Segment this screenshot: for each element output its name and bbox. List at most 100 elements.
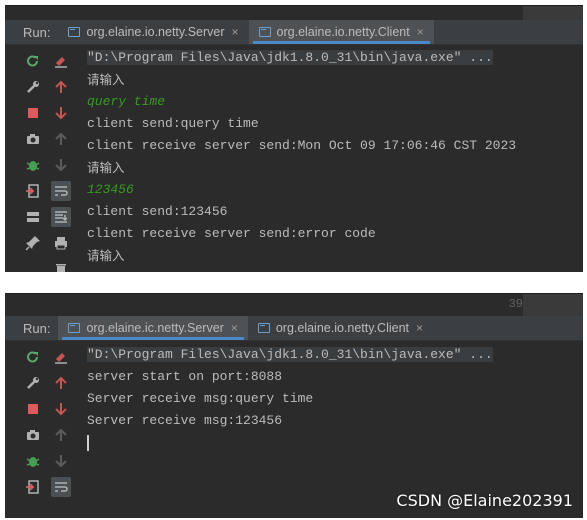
console-line: Server receive msg:123456 <box>87 413 283 428</box>
bug-icon <box>26 161 40 171</box>
layout-button[interactable] <box>23 207 43 227</box>
stop-button[interactable] <box>23 103 43 123</box>
print-button[interactable] <box>51 233 71 253</box>
console-icon <box>68 323 81 333</box>
printer-icon <box>55 237 67 250</box>
console-icon <box>257 323 270 333</box>
console-prompt: 请输入 <box>87 248 125 263</box>
soft-wrap-icon <box>55 482 68 492</box>
tab-label: org.elaine.io.netty.Server <box>86 25 225 39</box>
user-input-line: 123456 <box>87 182 134 197</box>
line-number: 39 <box>508 297 523 311</box>
run-tab-bar: Run: org.elaine.ic.netty.Server × org.el… <box>5 316 583 341</box>
soft-wrap-button[interactable] <box>51 181 71 201</box>
modify-run-config-button[interactable] <box>23 373 43 393</box>
pin-tab-button[interactable] <box>23 233 43 253</box>
stop-icon <box>28 404 38 414</box>
console-icon <box>68 27 81 37</box>
editor-strip <box>5 6 583 20</box>
trash-icon <box>56 264 66 272</box>
text-caret-line <box>81 432 583 454</box>
close-icon[interactable]: × <box>417 25 424 39</box>
close-icon[interactable]: × <box>232 25 239 39</box>
run-toolbar <box>5 45 81 272</box>
console-line: client send:query time <box>87 116 259 131</box>
tab-client[interactable]: org.elaine.io.netty.Client × <box>248 20 434 44</box>
soft-wrap-button[interactable] <box>51 477 71 497</box>
arrow-down-disabled-icon <box>55 455 67 468</box>
dump-threads-button[interactable] <box>23 129 43 149</box>
tab-label: org.elaine.io.netty.Client <box>275 321 410 335</box>
bug-icon <box>26 457 40 467</box>
editor-strip: 39 <box>5 294 583 316</box>
wrench-icon <box>27 81 39 93</box>
arrow-down-disabled-icon <box>55 159 67 172</box>
camera-icon <box>27 430 39 440</box>
stop-icon <box>28 108 38 118</box>
eraser-icon <box>55 57 67 68</box>
stop-button[interactable] <box>23 399 43 419</box>
previous-occurrence-button[interactable] <box>51 425 71 445</box>
exit-button[interactable] <box>23 181 43 201</box>
arrow-up-disabled-icon <box>55 428 67 441</box>
tab-client[interactable]: org.elaine.io.netty.Client × <box>248 316 433 340</box>
close-icon[interactable]: × <box>416 321 423 335</box>
exit-button[interactable] <box>23 477 43 497</box>
debug-button[interactable] <box>23 451 43 471</box>
arrow-up-icon <box>55 376 67 389</box>
client-run-panel: Run: org.elaine.io.netty.Server × org.el… <box>5 5 583 272</box>
editor-scrollbar[interactable] <box>523 6 583 20</box>
tab-label: org.elaine.io.netty.Client <box>276 25 410 39</box>
next-occurrence-button[interactable] <box>51 155 71 175</box>
text-caret <box>87 434 89 451</box>
debug-button[interactable] <box>23 155 43 175</box>
wrench-icon <box>27 377 39 389</box>
tab-label: org.elaine.ic.netty.Server <box>86 321 224 335</box>
scroll-to-end-button[interactable] <box>51 207 71 227</box>
run-label: Run: <box>23 320 51 336</box>
tab-server[interactable]: org.elaine.ic.netty.Server × <box>58 316 248 340</box>
arrow-up-disabled-icon <box>55 132 67 145</box>
clear-all-button[interactable] <box>51 347 71 367</box>
rerun-icon <box>27 55 38 67</box>
next-occurrence-button[interactable] <box>51 451 71 471</box>
scroll-to-end-icon <box>55 211 68 223</box>
pin-icon <box>25 236 40 251</box>
up-stack-trace-button[interactable] <box>51 373 71 393</box>
arrow-up-icon <box>55 80 67 93</box>
run-tab-bar: Run: org.elaine.io.netty.Server × org.el… <box>5 20 583 45</box>
console-line: client send:123456 <box>87 204 228 219</box>
close-icon[interactable]: × <box>231 321 238 335</box>
console-line: client receive server send:Mon Oct 09 17… <box>87 138 517 153</box>
server-run-panel: 39 Run: org.elaine.ic.netty.Server × org… <box>5 293 583 518</box>
dump-threads-button[interactable] <box>23 425 43 445</box>
down-stack-trace-button[interactable] <box>51 103 71 123</box>
rerun-button[interactable] <box>23 51 43 71</box>
soft-wrap-icon <box>55 186 68 196</box>
console-line: server start on port:8088 <box>87 369 283 384</box>
down-stack-trace-button[interactable] <box>51 399 71 419</box>
user-input-line: query time <box>87 94 166 109</box>
rerun-icon <box>27 351 38 363</box>
editor-scrollbar[interactable] <box>523 294 583 316</box>
up-stack-trace-button[interactable] <box>51 77 71 97</box>
arrow-down-icon <box>55 107 67 120</box>
console-output[interactable]: "D:\Program Files\Java\jdk1.8.0_31\bin\j… <box>81 47 583 272</box>
layout-icon <box>27 212 39 222</box>
eraser-icon <box>55 353 67 364</box>
clear-all-button[interactable] <box>51 51 71 71</box>
exit-icon <box>26 480 39 494</box>
run-toolbar <box>5 341 81 518</box>
clear-console-button[interactable] <box>51 259 71 272</box>
exit-icon <box>26 184 39 198</box>
tab-server[interactable]: org.elaine.io.netty.Server × <box>58 20 248 44</box>
console-line: Server receive msg:query time <box>87 391 314 406</box>
previous-occurrence-button[interactable] <box>51 129 71 149</box>
console-icon <box>258 27 271 37</box>
run-label: Run: <box>23 24 51 40</box>
modify-run-config-button[interactable] <box>23 77 43 97</box>
command-line: "D:\Program Files\Java\jdk1.8.0_31\bin\j… <box>87 347 493 362</box>
rerun-button[interactable] <box>23 347 43 367</box>
console-prompt: 请输入 <box>87 72 125 87</box>
watermark: CSDN @Elaine202391 <box>396 491 573 510</box>
